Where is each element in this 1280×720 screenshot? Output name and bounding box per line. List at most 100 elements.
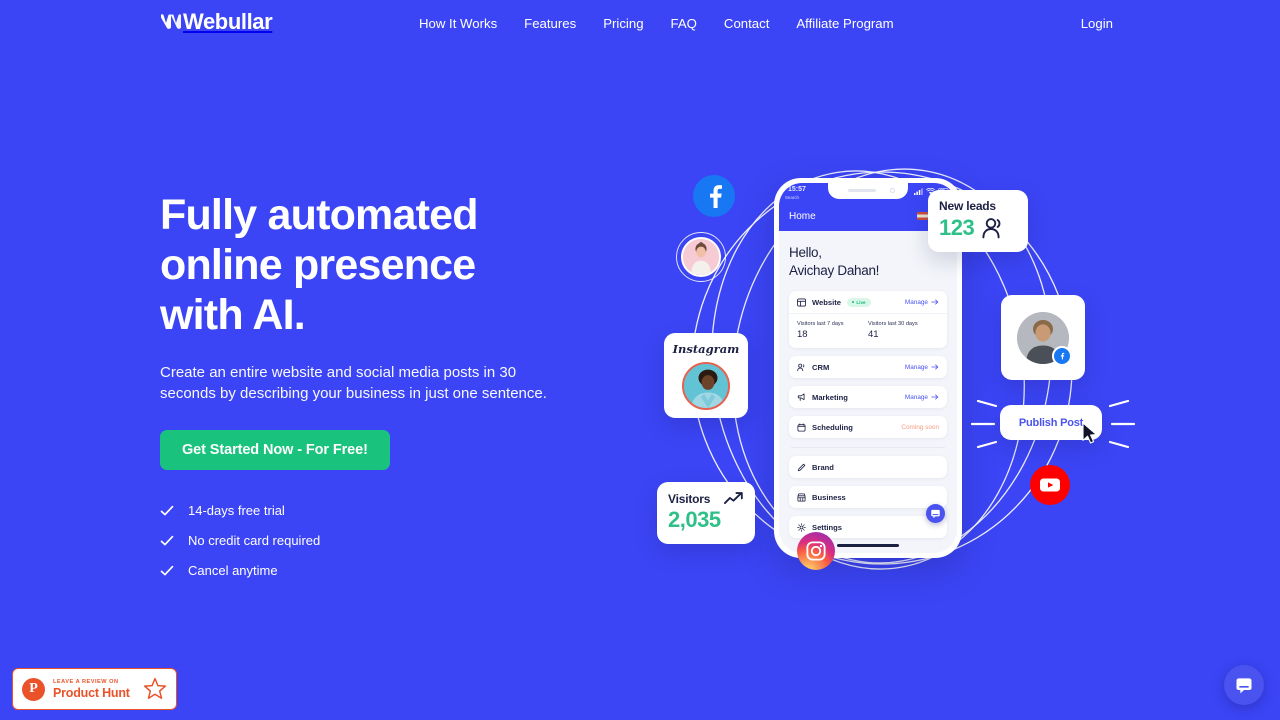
hero-title-line-2: online presence (160, 241, 476, 289)
check-icon (160, 564, 174, 578)
instagram-wordmark: Instagram (672, 341, 740, 356)
brand-label: Brand (812, 462, 834, 472)
crm-card[interactable]: CRM Manage (789, 356, 947, 378)
login-link[interactable]: Login (1081, 16, 1113, 32)
crm-card-row: CRM Manage (789, 356, 947, 378)
scheduling-card[interactable]: Scheduling Coming soon (789, 416, 947, 438)
chat-fab-button[interactable] (926, 504, 945, 523)
scheduling-label: Scheduling (812, 422, 853, 432)
business-card[interactable]: Business (789, 486, 947, 508)
stat-label: Visitors last 7 days (797, 321, 844, 327)
product-hunt-text: LEAVE A REVIEW ON Product Hunt (53, 679, 135, 700)
brand-card-row: Brand (789, 456, 947, 478)
arrow-right-icon (931, 394, 939, 400)
marketing-label: Marketing (812, 392, 848, 402)
signal-icon (914, 188, 923, 195)
scheduling-card-row: Scheduling Coming soon (789, 416, 947, 438)
gear-icon (797, 522, 806, 532)
manage-label: Manage (904, 298, 928, 306)
logo-w-icon (160, 11, 182, 33)
facebook-icon[interactable] (693, 175, 735, 217)
marketing-card-left: Marketing (797, 393, 848, 402)
new-leads-value: 123 (939, 215, 975, 240)
nav-links: How It Works Features Pricing FAQ Contac… (419, 16, 894, 32)
status-dot-icon (851, 300, 855, 304)
pen-icon (797, 463, 806, 471)
list-item: 14-days free trial (160, 503, 580, 519)
visitors-card: Visitors 2,035 (657, 482, 755, 544)
people-icon (982, 218, 1001, 239)
scheduling-card-left: Scheduling (797, 423, 853, 432)
star-icon (143, 677, 167, 700)
greeting-line-2: Avichay Dahan! (789, 263, 880, 278)
crm-manage-link[interactable]: Manage (905, 364, 939, 371)
stat-value: 18 (797, 329, 808, 340)
stat-label: Visitors last 30 days (868, 321, 918, 327)
divider (791, 447, 945, 448)
business-card-left: Business (797, 493, 846, 502)
stat-visitors-7: Visitors last 7 days 18 (797, 321, 868, 340)
speaker-grille (848, 189, 876, 192)
marketing-card-row: Marketing Manage (789, 386, 947, 408)
crm-card-left: CRM (797, 363, 829, 372)
manage-label: Manage (904, 363, 928, 371)
get-started-button[interactable]: Get Started Now - For Free! (160, 430, 390, 470)
instagram-icon[interactable] (797, 532, 835, 570)
hero-title-line-3: with AI. (160, 291, 306, 339)
people-icon (797, 363, 805, 371)
brand-logo[interactable]: Webullar (160, 9, 273, 34)
front-camera (890, 188, 895, 193)
nav-item-pricing[interactable]: Pricing (603, 16, 643, 32)
hero-section: Fully automated online presence with AI.… (160, 190, 580, 579)
benefit-label: 14-days free trial (188, 503, 285, 518)
website-label: Website (812, 297, 841, 307)
crm-label: CRM (812, 362, 830, 372)
nav-item-faq[interactable]: FAQ (671, 16, 697, 32)
hero-benefits-list: 14-days free trial No credit card requir… (160, 503, 580, 579)
new-leads-title: New leads (939, 199, 996, 213)
chat-icon (931, 509, 940, 519)
landing-page: Webullar How It Works Features Pricing F… (0, 0, 1280, 720)
nav-item-contact[interactable]: Contact (724, 16, 769, 32)
arrow-right-icon (931, 299, 939, 305)
youtube-icon[interactable] (1030, 465, 1070, 505)
publish-post-label: Publish Post (1018, 416, 1084, 429)
brand-card-left: Brand (797, 463, 834, 472)
marketing-card[interactable]: Marketing Manage (789, 386, 947, 408)
visitors-header: Visitors (668, 491, 744, 506)
marketing-manage-link[interactable]: Manage (905, 394, 939, 401)
website-card[interactable]: Website Live Manage Visitors last 7 days… (789, 291, 947, 348)
stat-visitors-30: Visitors last 30 days 41 (868, 321, 939, 340)
product-hunt-badge[interactable]: P LEAVE A REVIEW ON Product Hunt (12, 668, 177, 710)
new-leads-value-row: 123 (939, 215, 1017, 241)
layout-icon (797, 297, 806, 307)
top-navigation: Webullar How It Works Features Pricing F… (0, 0, 1280, 47)
intercom-launcher-button[interactable] (1224, 665, 1264, 705)
website-manage-link[interactable]: Manage (905, 299, 939, 306)
check-icon (160, 504, 174, 518)
greeting-line-1: Hello, (789, 245, 822, 260)
app-screen-title: Home (789, 211, 816, 222)
facebook-icon (1052, 346, 1072, 366)
nav-item-affiliate-program[interactable]: Affiliate Program (796, 16, 893, 32)
home-indicator (837, 543, 899, 547)
status-badge: Live (846, 297, 871, 307)
flag-icon[interactable] (917, 211, 928, 220)
stat-value: 41 (868, 329, 879, 340)
phone-notch (828, 183, 908, 199)
chat-icon (1236, 678, 1252, 694)
visitors-title: Visitors (668, 491, 711, 506)
list-item: No credit card required (160, 533, 580, 549)
hero-title-line-1: Fully automated (160, 191, 479, 239)
instagram-post-card: Instagram (664, 333, 748, 418)
business-label: Business (812, 492, 846, 502)
brand-card[interactable]: Brand (789, 456, 947, 478)
coming-soon-label: Coming soon (901, 423, 939, 431)
nav-item-features[interactable]: Features (524, 16, 576, 32)
brand-name: Webullar (183, 9, 273, 34)
status-badge-label: Live (856, 299, 866, 305)
manage-label: Manage (904, 393, 928, 401)
nav-item-how-it-works[interactable]: How It Works (419, 16, 497, 32)
website-stats: Visitors last 7 days 18 Visitors last 30… (789, 313, 947, 348)
store-icon (797, 493, 806, 502)
